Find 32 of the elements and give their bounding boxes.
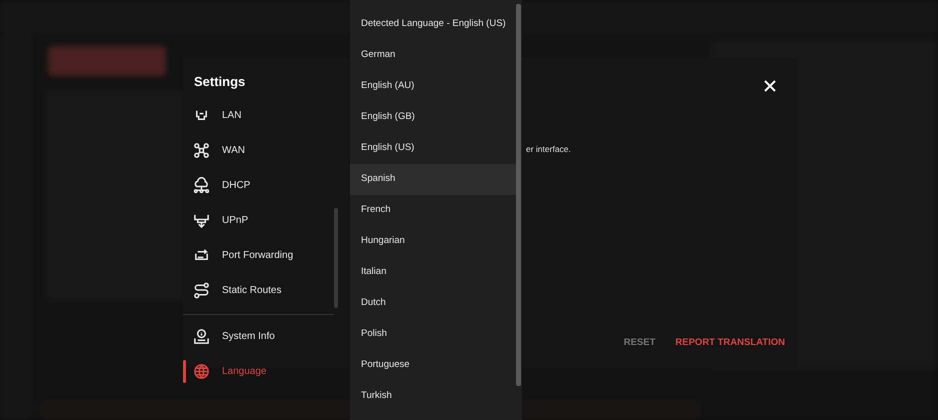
description-text: er interface. [526, 143, 572, 156]
language-option[interactable]: Dutch [350, 288, 516, 319]
language-option[interactable]: Detected Language - English (US) [350, 9, 516, 40]
sidebar-item[interactable]: DHCP [183, 168, 340, 202]
dialog-title: Settings [193, 73, 246, 91]
language-option[interactable]: German [350, 40, 516, 71]
network-nodes-icon [193, 142, 210, 158]
cloud-icon [193, 176, 210, 194]
route-icon [193, 282, 210, 298]
language-option[interactable]: Portuguese [350, 350, 516, 381]
sidebar-item[interactable]: Port Forwarding [183, 238, 340, 272]
reset-button[interactable]: RESET [624, 334, 656, 352]
sidebar-item[interactable]: System Info [183, 318, 340, 354]
language-option[interactable]: English (GB) [350, 102, 516, 133]
language-option[interactable]: French [350, 195, 516, 226]
scrollbar[interactable] [334, 208, 338, 308]
language-option[interactable]: Turkish [350, 381, 516, 412]
info-icon [193, 328, 210, 344]
language-option[interactable]: English (AU) [350, 71, 516, 102]
sidebar-item[interactable]: Static Routes [183, 272, 340, 308]
language-option[interactable]: English (US) [350, 133, 516, 164]
language-option[interactable]: Hungarian [350, 226, 516, 257]
language-option[interactable]: Italian [350, 257, 516, 288]
sidebar-item[interactable]: UPnP [183, 202, 340, 238]
sidebar-item[interactable]: Language [183, 354, 340, 388]
report-button[interactable]: REPORT TRANSLATION [675, 334, 785, 352]
globe-icon [193, 362, 210, 380]
sidebar-item[interactable]: WAN [183, 132, 340, 168]
sidebar-item[interactable]: LAN [183, 98, 340, 132]
language-option[interactable]: Polish [350, 319, 516, 350]
scrollbar[interactable] [516, 4, 521, 386]
language-option[interactable]: Spanish [350, 164, 516, 195]
